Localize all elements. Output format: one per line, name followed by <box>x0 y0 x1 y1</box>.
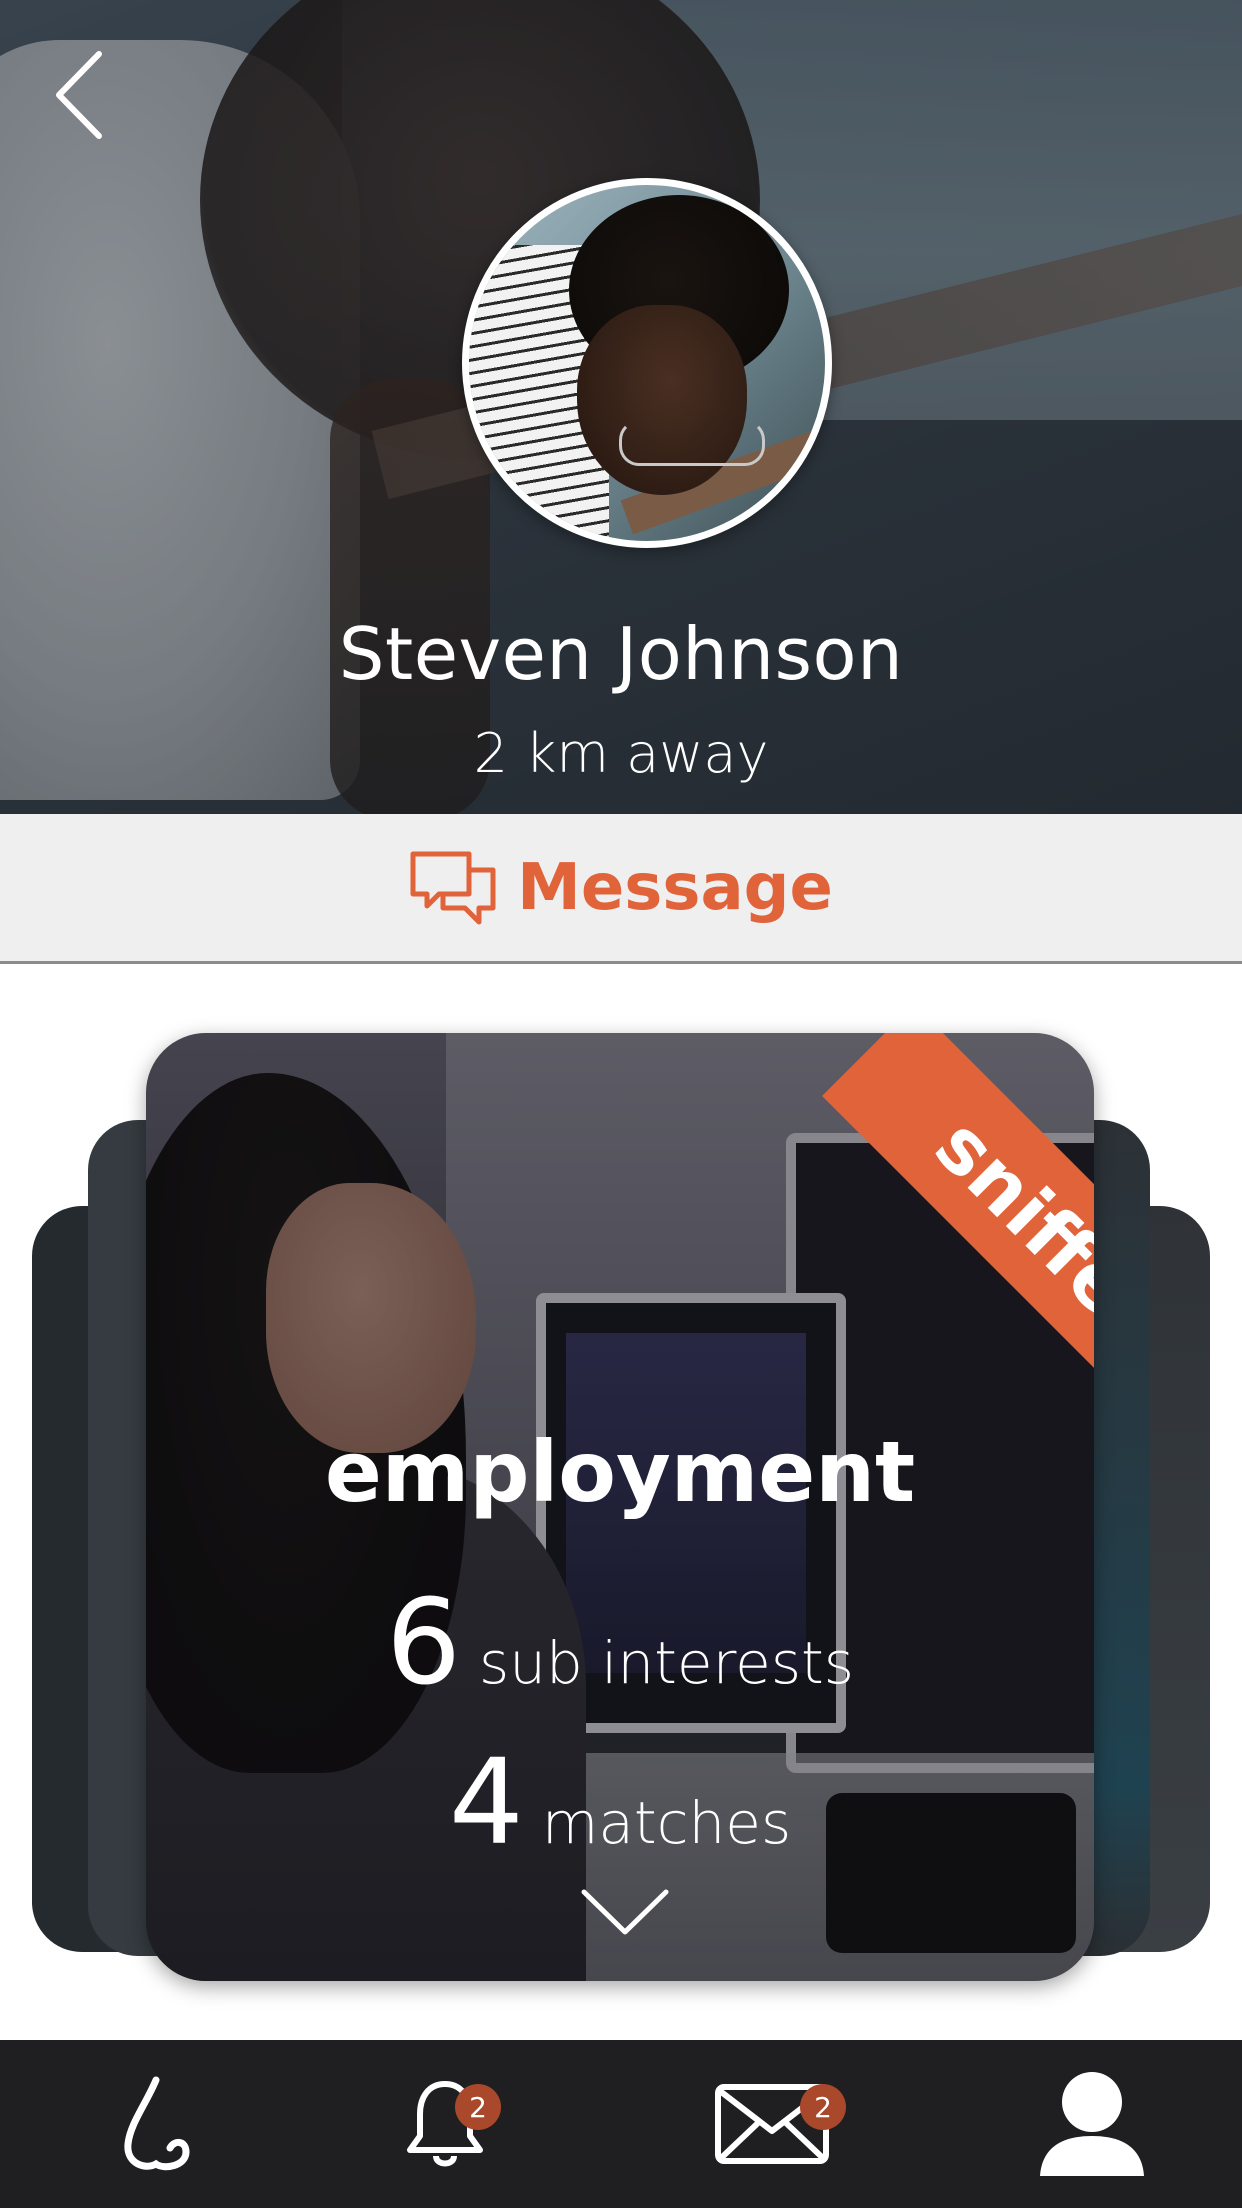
avatar[interactable] <box>462 178 832 548</box>
sub-interests-count: 6 <box>385 1573 462 1711</box>
message-button[interactable]: Message <box>0 814 1242 964</box>
chevron-left-icon <box>56 51 102 139</box>
nose-icon <box>124 2076 190 2171</box>
chevron-down-icon[interactable] <box>580 1888 670 1938</box>
tab-bar: 2 2 <box>0 2040 1242 2208</box>
sub-interests-stat: 6 sub interests <box>146 1573 1094 1711</box>
profile-distance: 2 km away <box>473 722 769 785</box>
tab-notifications[interactable]: 2 <box>345 2040 545 2208</box>
profile-header: Steven Johnson 2 km away <box>0 0 1242 814</box>
interest-card[interactable]: sniffed! employment 6 sub interests 4 ma… <box>146 1033 1094 1981</box>
user-icon <box>1040 2072 1144 2176</box>
tab-sniff[interactable] <box>56 2040 256 2208</box>
interest-title: employment <box>324 1423 916 1521</box>
sub-interests-label: sub interests <box>479 1629 855 1697</box>
message-label: Message <box>517 850 833 925</box>
back-button[interactable] <box>48 50 108 140</box>
profile-name: Steven Johnson <box>338 612 904 696</box>
matches-stat: 4 matches <box>146 1733 1094 1871</box>
matches-count: 4 <box>448 1733 524 1871</box>
matches-label: matches <box>541 1789 792 1857</box>
chat-bubbles-icon <box>410 851 496 924</box>
notifications-badge: 2 <box>455 2084 501 2130</box>
tab-messages[interactable]: 2 <box>672 2040 872 2208</box>
messages-badge: 2 <box>800 2084 846 2130</box>
tab-profile[interactable] <box>992 2040 1192 2208</box>
